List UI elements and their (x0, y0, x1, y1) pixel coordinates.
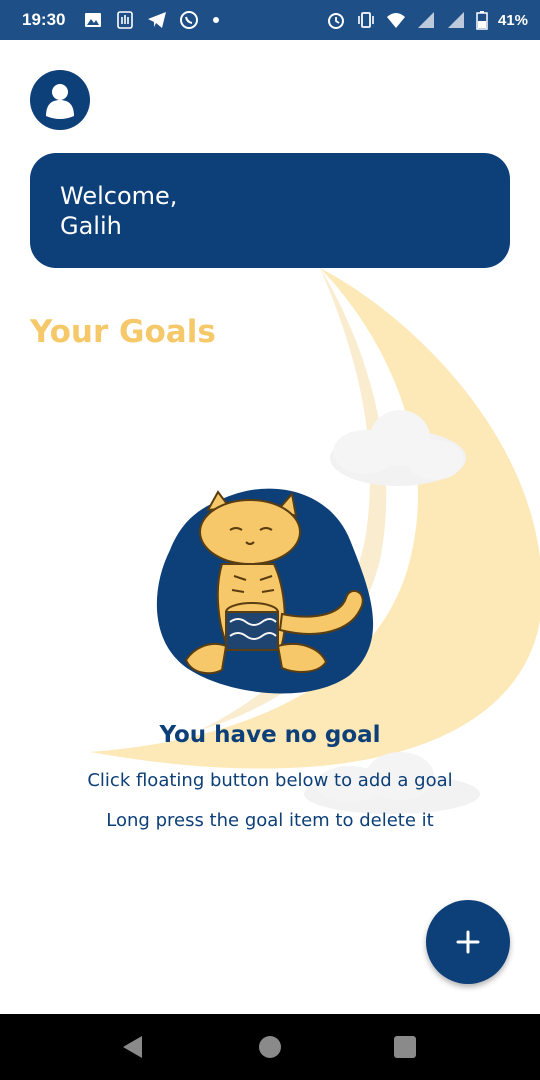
system-icons: 41% (326, 10, 528, 30)
hand-icon (117, 11, 134, 29)
welcome-card: Welcome, Galih (30, 153, 510, 268)
empty-state-add-hint: Click floating button below to add a goa… (87, 770, 453, 791)
profile-avatar-button[interactable] (30, 70, 90, 130)
welcome-greeting: Welcome, (60, 182, 178, 210)
battery-icon (476, 11, 488, 30)
system-nav-bar (0, 1014, 540, 1080)
back-triangle-icon[interactable] (120, 1034, 146, 1060)
empty-state-delete-hint: Long press the goal item to delete it (106, 810, 434, 831)
add-goal-button[interactable] (426, 900, 510, 984)
wifi-icon (386, 13, 405, 28)
vibrate-icon (358, 12, 374, 28)
alarm-icon (327, 13, 344, 29)
dot-icon (213, 17, 220, 23)
status-time: 19:30 (22, 10, 66, 29)
your-goals-heading: Your Goals (30, 314, 216, 350)
battery-percent: 41% (497, 11, 528, 29)
image-icon (85, 13, 102, 27)
empty-state-title: You have no goal (159, 722, 381, 748)
plus-icon (456, 930, 480, 954)
signal-icon (417, 12, 434, 28)
notification-icons (83, 10, 221, 30)
cat-drum-illustration (156, 488, 374, 694)
telegram-icon (148, 12, 167, 28)
whatsapp-icon (180, 11, 199, 29)
home-circle-icon[interactable] (257, 1034, 283, 1060)
user-icon (46, 84, 74, 119)
signal-icon (447, 12, 464, 28)
welcome-username: Galih (60, 212, 122, 240)
status-bar: 19:30 41% (0, 0, 540, 40)
recents-square-icon[interactable] (392, 1034, 418, 1060)
